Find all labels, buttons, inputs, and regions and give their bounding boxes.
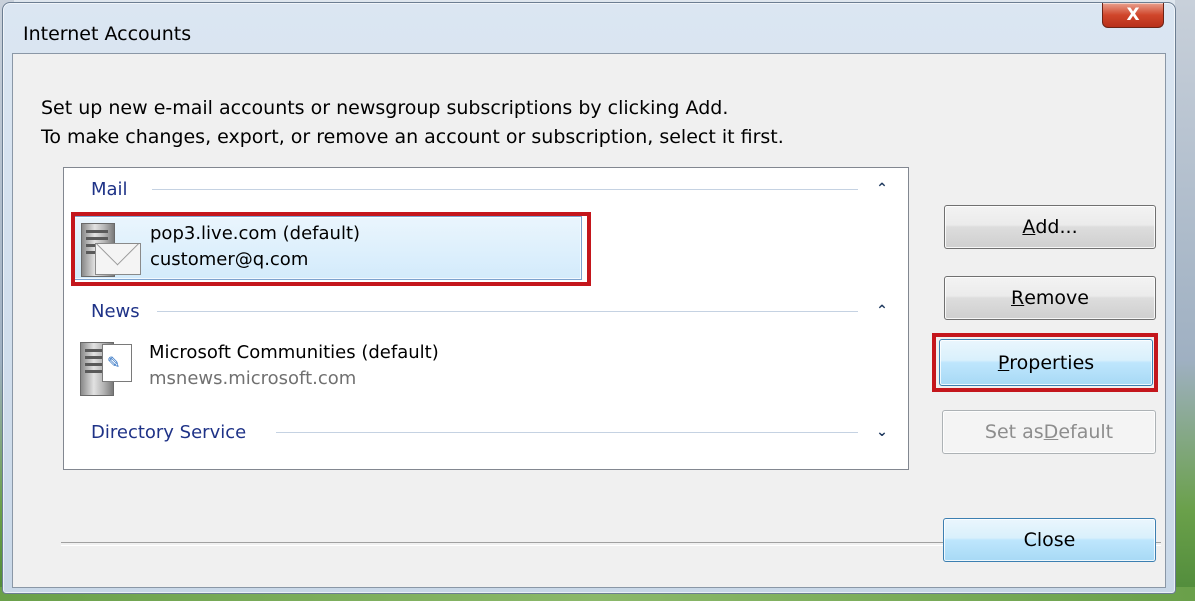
collapse-mail-chevron-icon[interactable]: ⌃	[873, 180, 891, 198]
news-document-icon	[102, 344, 132, 382]
account-name: Microsoft Communities (default)	[149, 342, 439, 363]
remove-button[interactable]: Remove	[944, 276, 1156, 320]
close-button[interactable]: Close	[943, 518, 1156, 562]
group-divider-news	[157, 311, 858, 312]
desktop-background-right	[1175, 0, 1195, 601]
group-divider-directory	[276, 432, 858, 433]
collapse-news-chevron-icon[interactable]: ⌃	[873, 302, 891, 320]
group-label-news: News	[91, 300, 140, 322]
list-item-news-account[interactable]: Microsoft Communities (default) msnews.m…	[72, 336, 580, 398]
instructions-line-2: To make changes, export, or remove an ac…	[41, 126, 784, 148]
close-window-button[interactable]: X	[1102, 3, 1164, 28]
group-header-mail[interactable]: Mail	[91, 177, 128, 201]
internet-accounts-dialog: Internet Accounts X Set up new e-mail ac…	[2, 2, 1176, 594]
group-header-directory-service[interactable]: Directory Service	[91, 420, 246, 444]
group-label-directory-service: Directory Service	[91, 421, 247, 443]
add-button[interactable]: Add...	[944, 205, 1156, 249]
set-as-default-button[interactable]: Set as Default	[942, 410, 1156, 454]
group-header-news[interactable]: News	[91, 299, 140, 323]
mail-account-highlight-box	[71, 212, 591, 286]
instructions: Set up new e-mail accounts or newsgroup …	[41, 94, 784, 152]
account-detail: msnews.microsoft.com	[149, 368, 357, 389]
group-label-mail: Mail	[91, 178, 128, 200]
instructions-line-1: Set up new e-mail accounts or newsgroup …	[41, 97, 729, 119]
properties-button[interactable]: Properties	[939, 339, 1153, 386]
dialog-client-area: Set up new e-mail accounts or newsgroup …	[12, 53, 1166, 588]
expand-directory-chevron-icon[interactable]: ⌄	[873, 423, 891, 441]
close-icon: X	[1126, 5, 1140, 25]
group-divider-mail	[152, 189, 858, 190]
dialog-title: Internet Accounts	[23, 23, 192, 45]
